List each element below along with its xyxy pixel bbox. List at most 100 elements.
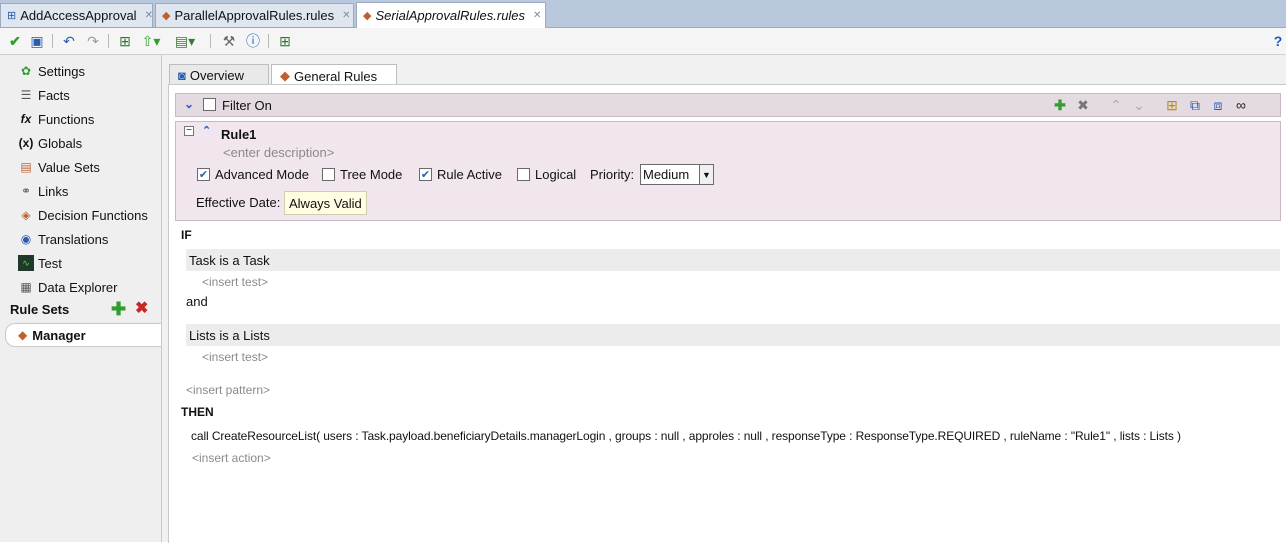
rule-active-option[interactable]: ✔ Rule Active <box>419 167 502 182</box>
collapse-rule-icon[interactable]: − <box>184 126 194 136</box>
pattern-row-lists[interactable]: Lists is a Lists <box>186 324 1280 346</box>
sidebar-item-test[interactable]: ∿ Test <box>18 253 62 273</box>
overview-icon: ◙ <box>178 68 186 83</box>
filter-bar: ⌄ Filter On ✚ ✖ ⌃ ⌄ ⊞ ⧉ ⧈ ∞ <box>175 93 1281 117</box>
sidebar-item-links[interactable]: ⚭ Links <box>18 181 68 201</box>
save-icon[interactable]: ▣ <box>28 32 46 50</box>
add-rule-icon[interactable]: ✚ <box>1052 97 1068 113</box>
insert-test-link[interactable]: <insert test> <box>202 350 268 364</box>
collapse-icon[interactable]: ⧈ <box>1210 97 1226 113</box>
sidebar-item-label: Test <box>38 255 62 271</box>
up-arrow-dropdown-icon[interactable]: ⇧▾ <box>142 32 161 50</box>
delete-ruleset-icon[interactable]: ✖ <box>135 300 148 318</box>
sidebar-item-label: Globals <box>38 135 83 151</box>
close-icon[interactable]: ✕ <box>145 10 153 21</box>
tab-label: Overview <box>189 68 245 83</box>
doc-tab-parallelapprovalrules[interactable]: ◆ ParallelApprovalRules.rules ✕ <box>155 3 354 27</box>
action-call[interactable]: call CreateResourceList( users : Task.pa… <box>191 429 1181 443</box>
sidebar-item-facts[interactable]: ☰ Facts <box>18 85 70 105</box>
effective-date-field[interactable]: Always Valid <box>284 191 367 215</box>
sidebar-item-functions[interactable]: fx Functions <box>18 109 95 129</box>
add-ruleset-icon[interactable]: ✚ <box>111 300 126 318</box>
delete-rule-icon[interactable]: ✖ <box>1075 97 1091 113</box>
chevron-down-icon[interactable]: ▼ <box>699 165 713 184</box>
glasses-icon[interactable]: ∞ <box>1233 97 1249 113</box>
facts-icon: ☰ <box>20 88 32 102</box>
insert-action-link[interactable]: <insert action> <box>192 451 271 465</box>
tree-mode-checkbox[interactable] <box>322 168 335 181</box>
rule-description[interactable]: <enter description> <box>223 145 334 160</box>
ruleset-item-manager[interactable]: ◆ Manager <box>5 323 161 347</box>
doc-tab-label: AddAccessApproval <box>20 8 137 23</box>
test-run-icon[interactable]: ⊞ <box>276 32 294 50</box>
advanced-mode-checkbox[interactable]: ✔ <box>197 168 210 181</box>
expand-up-icon[interactable]: ⌃ <box>202 124 211 137</box>
and-keyword: and <box>186 294 208 309</box>
doc-tab-label: SerialApprovalRules.rules <box>375 8 526 23</box>
sidebar-item-decision-functions[interactable]: ◈ Decision Functions <box>18 205 148 225</box>
rules-file-icon: ◆ <box>363 10 372 22</box>
filter-label: Filter On <box>222 98 272 113</box>
tree-structure-icon[interactable]: ⊞ <box>1164 97 1180 113</box>
move-up-icon[interactable]: ⌃ <box>1108 97 1124 113</box>
priority-label: Priority: <box>590 167 635 182</box>
doc-tab-addaccessapproval[interactable]: ⊞ AddAccessApproval ✕ <box>0 3 153 27</box>
undo-icon[interactable]: ↶ <box>60 32 78 50</box>
sidebar-item-label: Functions <box>38 111 95 127</box>
info-icon[interactable]: ⓘ <box>244 32 262 50</box>
if-keyword: IF <box>181 228 192 242</box>
filter-checkbox[interactable] <box>203 98 216 111</box>
advanced-mode-option[interactable]: ✔ Advanced Mode <box>197 167 309 182</box>
logical-checkbox[interactable] <box>517 168 530 181</box>
doc-tab-serialapprovalrules[interactable]: ◆ SerialApprovalRules.rules ✕ <box>356 2 546 28</box>
sidebar-item-label: Decision Functions <box>38 207 148 223</box>
sidebar-item-label: Value Sets <box>38 159 100 175</box>
pattern-row-task[interactable]: Task is a Task <box>186 249 1280 271</box>
test-icon: ∿ <box>18 255 34 271</box>
sidebar-item-label: Translations <box>38 231 109 247</box>
process-icon: ⊞ <box>7 10 17 22</box>
deploy-icon[interactable]: ⊞ <box>116 32 134 50</box>
pattern-text[interactable]: Task is a Task <box>189 253 270 268</box>
rule-active-label: Rule Active <box>437 167 503 182</box>
redo-icon[interactable]: ↷ <box>84 32 102 50</box>
rule-card: − ⌃ Rule1 <enter description> ✔ Advanced… <box>175 121 1281 221</box>
document-tab-bar: ⊞ AddAccessApproval ✕ ◆ ParallelApproval… <box>0 0 1286 28</box>
sidebar-item-translations[interactable]: ◉ Translations <box>18 229 109 249</box>
export-dropdown-icon[interactable]: ▤▾ <box>175 32 195 50</box>
rules-icon: ◆ <box>280 68 290 83</box>
filter-checkbox-wrap[interactable] <box>203 98 221 114</box>
data-explorer-icon: ▦ <box>20 280 32 294</box>
validate-check-icon[interactable]: ✔ <box>6 32 24 50</box>
pattern-text[interactable]: Lists is a Lists <box>189 328 270 343</box>
rule-sets-heading: Rule Sets <box>10 302 70 317</box>
translations-icon: ◉ <box>20 232 32 246</box>
doc-tab-label: ParallelApprovalRules.rules <box>174 8 335 23</box>
wrench-icon[interactable]: ⚒ <box>220 32 238 50</box>
then-keyword: THEN <box>181 405 214 419</box>
sidebar-item-settings[interactable]: ✿ Settings <box>18 61 85 81</box>
globals-icon: (x) <box>18 136 34 150</box>
sidebar-item-globals[interactable]: (x) Globals <box>18 133 82 153</box>
collapse-all-icon[interactable]: ⌄ <box>184 97 194 111</box>
close-icon[interactable]: ✕ <box>533 10 541 21</box>
tab-overview[interactable]: ◙ Overview <box>169 64 269 86</box>
sidebar-item-label: Settings <box>38 63 85 79</box>
tree-mode-option[interactable]: Tree Mode <box>322 167 402 182</box>
move-down-icon[interactable]: ⌄ <box>1131 97 1147 113</box>
rule-active-checkbox[interactable]: ✔ <box>419 168 432 181</box>
sidebar-item-label: Facts <box>38 87 70 103</box>
help-icon[interactable]: ? <box>1270 32 1286 50</box>
logical-option[interactable]: Logical <box>517 167 576 182</box>
sidebar-item-data-explorer[interactable]: ▦ Data Explorer <box>18 277 117 297</box>
sidebar-item-value-sets[interactable]: ▤ Value Sets <box>18 157 100 177</box>
rule-name[interactable]: Rule1 <box>221 127 256 142</box>
sidebar-item-label: Links <box>38 183 69 199</box>
insert-test-link[interactable]: <insert test> <box>202 275 268 289</box>
close-icon[interactable]: ✕ <box>342 10 350 21</box>
insert-pattern-link[interactable]: <insert pattern> <box>186 383 270 397</box>
expand-all-icon[interactable]: ⧉ <box>1187 97 1203 113</box>
priority-select[interactable]: Medium ▼ <box>640 164 714 185</box>
ruleset-icon: ◆ <box>18 328 28 342</box>
functions-icon: fx <box>20 112 32 126</box>
